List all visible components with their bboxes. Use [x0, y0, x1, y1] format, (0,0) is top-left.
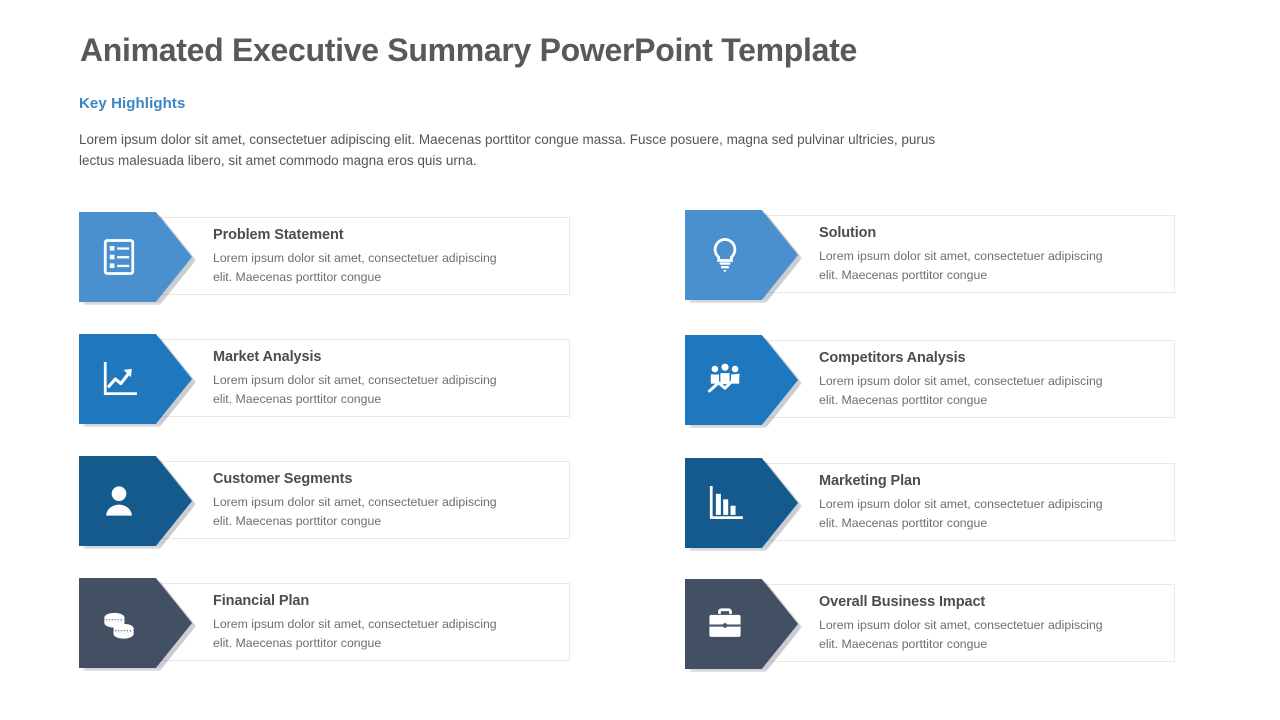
card-description: Lorem ipsum dolor sit amet, consectetuer…: [819, 249, 1103, 282]
card-title: Problem Statement: [213, 227, 344, 243]
line-chart-up-icon: [97, 357, 141, 401]
arrow-badge: [685, 335, 798, 425]
card-text: Market Analysis Lorem ipsum dolor sit am…: [213, 349, 559, 409]
briefcase-icon: [703, 602, 747, 646]
card-title: Financial Plan: [213, 593, 310, 609]
arrow-badge: [79, 578, 192, 668]
card-text: Financial Plan Lorem ipsum dolor sit ame…: [213, 593, 559, 653]
card-overall-business-impact[interactable]: Overall Business Impact Lorem ipsum dolo…: [685, 579, 1175, 672]
bar-chart-icon: [703, 481, 747, 525]
arrow-badge: [79, 212, 192, 302]
card-description: Lorem ipsum dolor sit amet, consectetuer…: [213, 251, 497, 284]
arrow-badge: [79, 334, 192, 424]
card-title: Customer Segments: [213, 471, 353, 487]
people-trend-icon: [703, 358, 747, 402]
arrow-badge: [685, 458, 798, 548]
card-competitors-analysis[interactable]: Competitors Analysis Lorem ipsum dolor s…: [685, 335, 1175, 428]
arrow-badge: [685, 579, 798, 669]
arrow-badge: [79, 456, 192, 546]
card-text: Customer Segments Lorem ipsum dolor sit …: [213, 471, 559, 531]
cards-grid: Problem Statement Lorem ipsum dolor sit …: [0, 0, 1280, 720]
card-description: Lorem ipsum dolor sit amet, consectetuer…: [213, 617, 497, 650]
card-title: Marketing Plan: [819, 473, 921, 489]
card-solution[interactable]: Solution Lorem ipsum dolor sit amet, con…: [685, 210, 1175, 303]
card-text: Problem Statement Lorem ipsum dolor sit …: [213, 227, 559, 287]
coins-icon: [97, 601, 141, 645]
card-description: Lorem ipsum dolor sit amet, consectetuer…: [213, 495, 497, 528]
arrow-badge: [685, 210, 798, 300]
card-description: Lorem ipsum dolor sit amet, consectetuer…: [819, 618, 1103, 651]
card-marketing-plan[interactable]: Marketing Plan Lorem ipsum dolor sit ame…: [685, 458, 1175, 551]
card-title: Market Analysis: [213, 349, 322, 365]
card-financial-plan[interactable]: Financial Plan Lorem ipsum dolor sit ame…: [79, 578, 570, 671]
card-description: Lorem ipsum dolor sit amet, consectetuer…: [213, 373, 497, 406]
checklist-icon: [97, 235, 141, 279]
card-text: Competitors Analysis Lorem ipsum dolor s…: [819, 350, 1164, 410]
card-title: Overall Business Impact: [819, 594, 986, 610]
card-problem-statement[interactable]: Problem Statement Lorem ipsum dolor sit …: [79, 212, 570, 305]
card-customer-segments[interactable]: Customer Segments Lorem ipsum dolor sit …: [79, 456, 570, 549]
lightbulb-icon: [703, 233, 747, 277]
card-title: Solution: [819, 225, 877, 241]
card-market-analysis[interactable]: Market Analysis Lorem ipsum dolor sit am…: [79, 334, 570, 427]
card-title: Competitors Analysis: [819, 350, 966, 366]
card-text: Marketing Plan Lorem ipsum dolor sit ame…: [819, 473, 1164, 533]
card-description: Lorem ipsum dolor sit amet, consectetuer…: [819, 374, 1103, 407]
card-text: Solution Lorem ipsum dolor sit amet, con…: [819, 225, 1164, 285]
card-description: Lorem ipsum dolor sit amet, consectetuer…: [819, 497, 1103, 530]
card-text: Overall Business Impact Lorem ipsum dolo…: [819, 594, 1164, 654]
person-icon: [97, 479, 141, 523]
